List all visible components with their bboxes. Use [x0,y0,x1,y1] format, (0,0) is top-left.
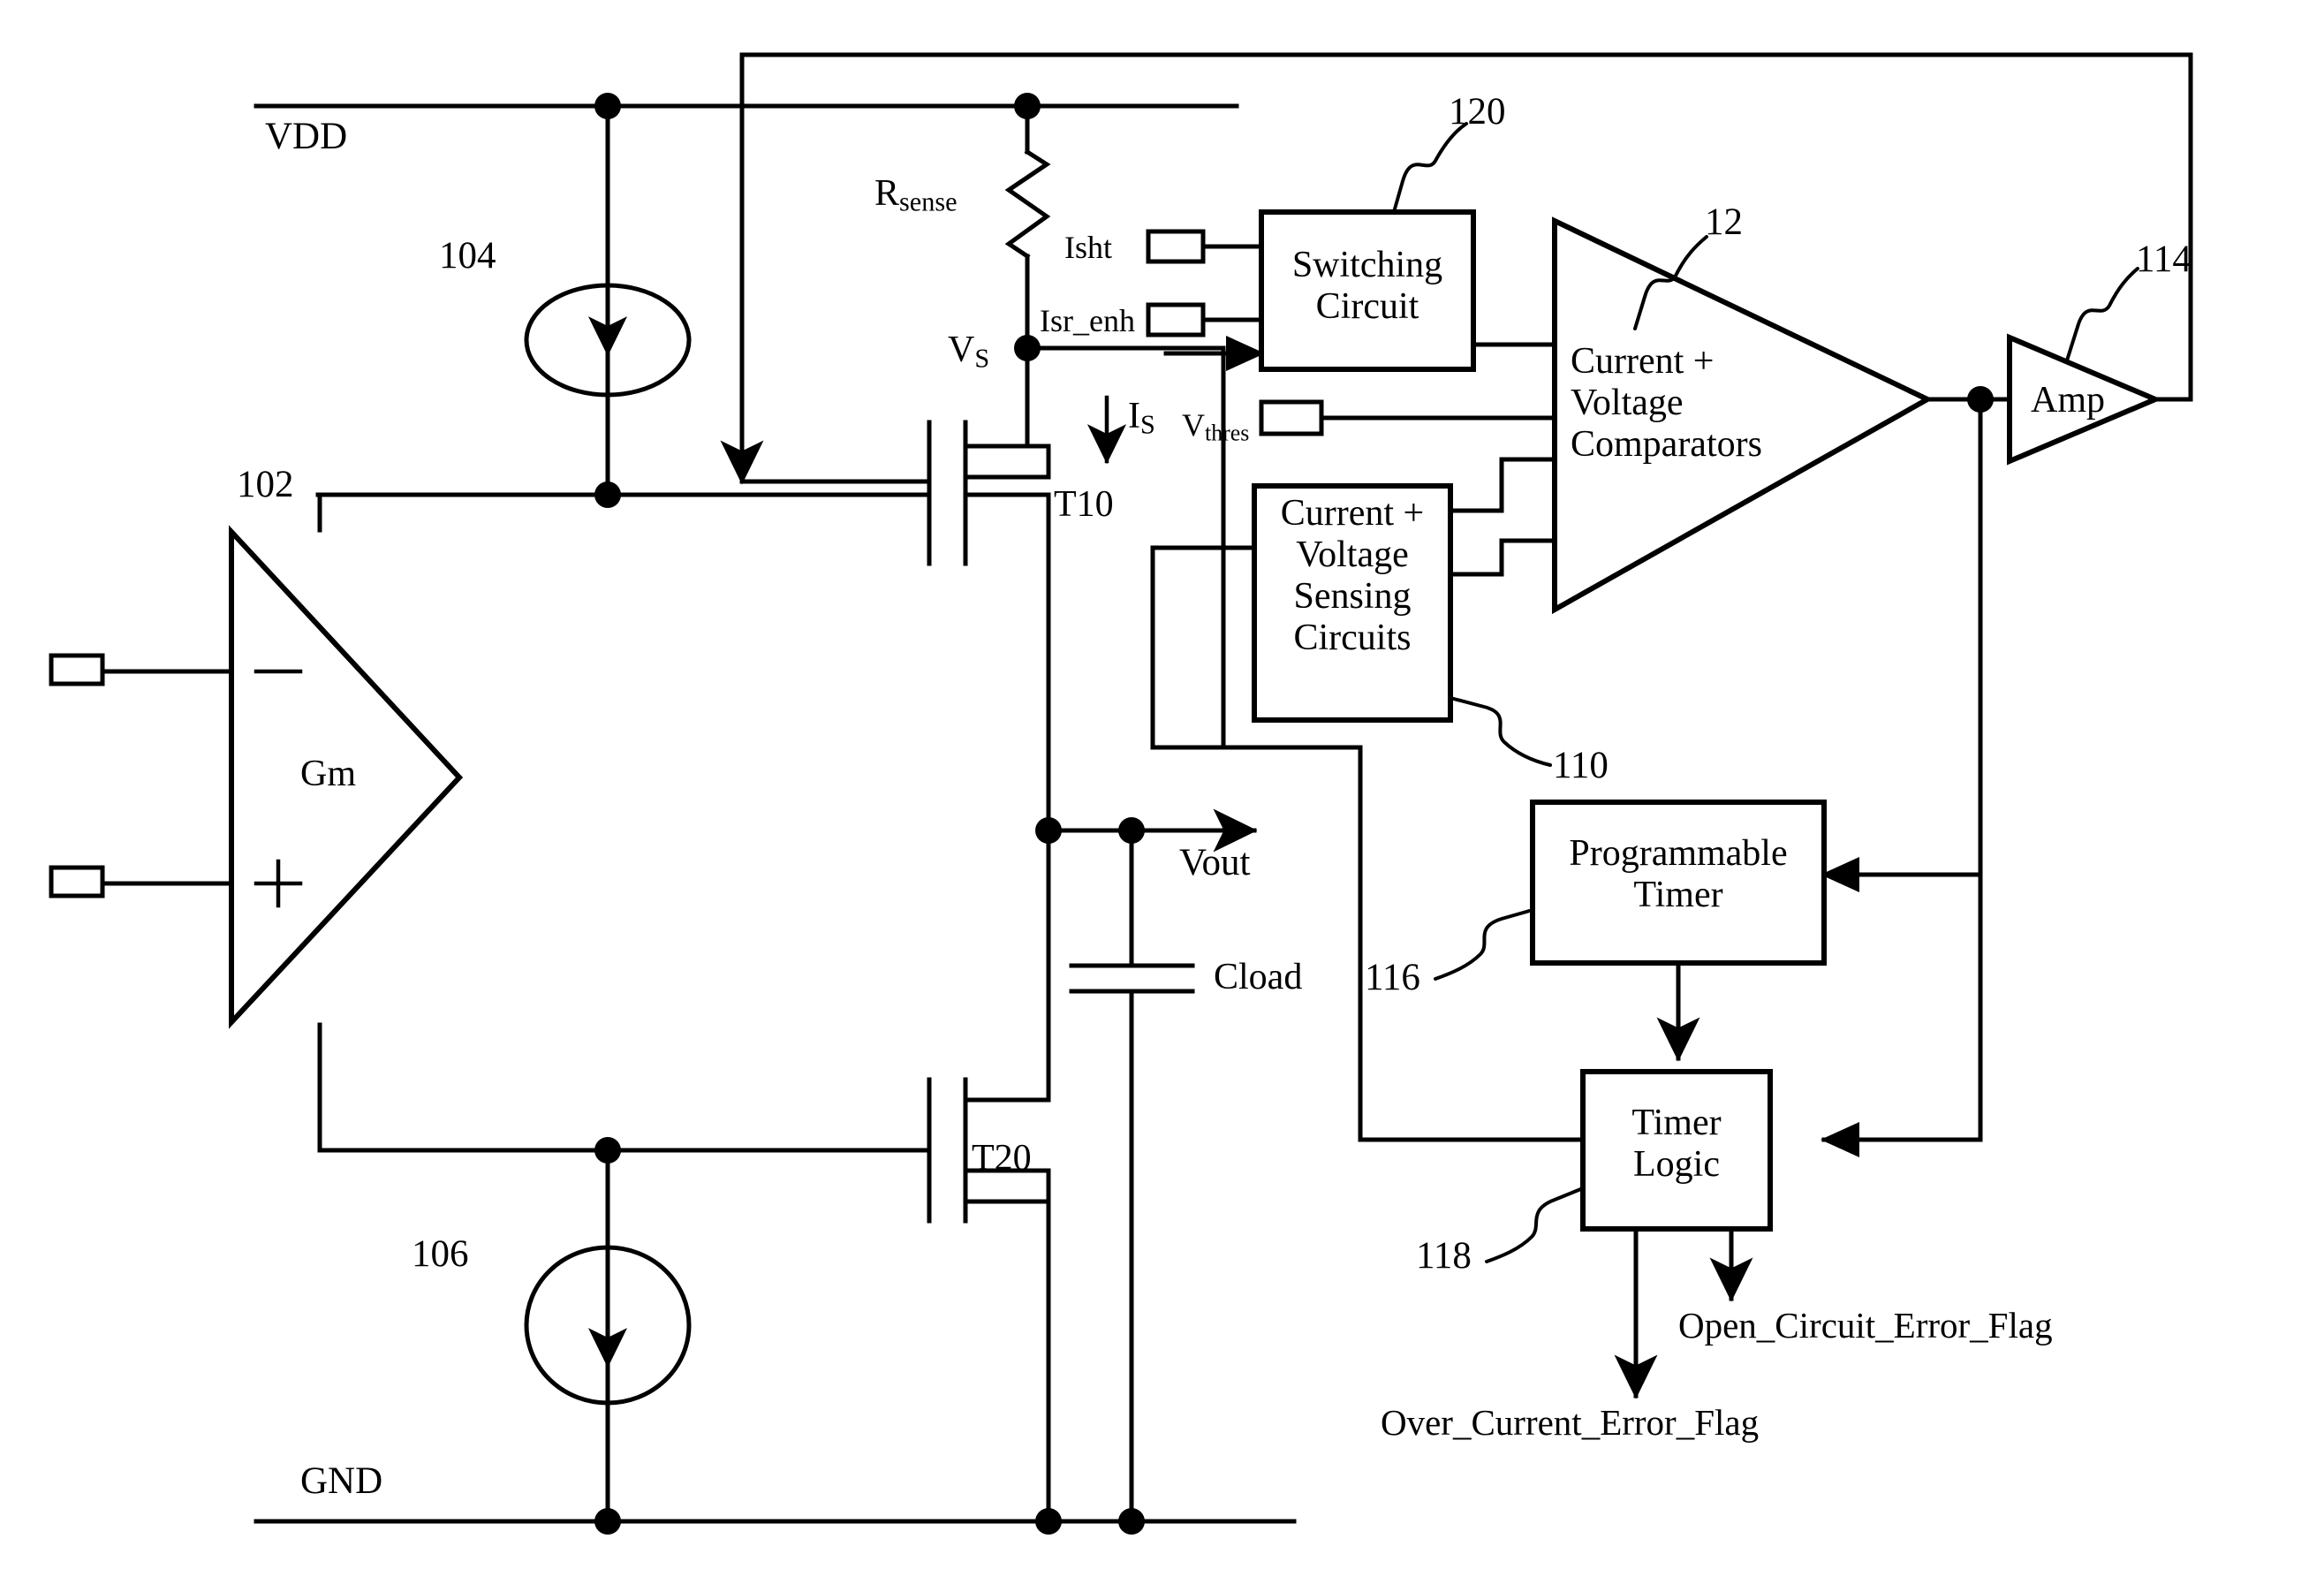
comparators-line1: Current + [1571,341,1715,382]
vs-subscript: S [974,343,990,374]
rsense-subscript: sense [899,186,958,217]
vthres-subscript: thres [1205,420,1250,446]
timer-logic-line1: Timer [1631,1103,1722,1143]
leader-114 [2065,267,2139,362]
sensing-line1: Current + [1280,493,1425,534]
junction-vdd-source104 [594,93,621,119]
isht-label: Isht [1064,230,1112,265]
ref-118: 118 [1416,1235,1472,1277]
ref-120: 120 [1449,91,1506,133]
ref-110: 110 [1553,745,1609,786]
ref-116: 116 [1365,957,1420,998]
vthres-label: V [1182,407,1205,443]
ref-106: 106 [412,1233,469,1275]
sensing-input-wire [1150,545,1257,750]
gm-label: Gm [300,754,356,794]
programmable-timer-label: Programmable Timer [1533,833,1824,916]
gnd-label: GND [300,1460,383,1502]
gm-minus-terminal-pad [49,653,105,686]
leader-110 [1449,696,1552,767]
junction-gnd-cload [1118,1508,1145,1535]
vout-label: Vout [1179,842,1251,883]
isr-enh-terminal-pad [1146,302,1206,337]
switching-circuit-label: Switching Circuit [1261,245,1473,328]
is-subscript: S [1140,409,1155,440]
ref-104: 104 [439,235,496,277]
comparators-line2: Voltage [1571,383,1684,424]
vthres-terminal-pad [1259,399,1324,436]
switching-to-timer-logic-wire [1150,745,1586,1142]
isht-terminal-pad [1146,229,1206,264]
comparators-line3: Comparators [1571,424,1762,466]
comparator-output-down-wire [1821,397,1983,1157]
t20-label: T20 [972,1138,1032,1179]
gm-plus-terminal-pad [49,865,105,898]
schematic-canvas: VDD 104 102 Gm Rsense VS IS T10 Isht Isr… [0,0,2324,1592]
gm-amplifier [49,525,464,1029]
vdd-label: VDD [265,116,348,157]
leader-116 [1434,908,1534,981]
switching-input-arrow [1163,336,1265,371]
amp-label: Amp [2031,380,2105,421]
current-source-106 [524,1148,692,1524]
open-circuit-error-flag-label: Open_Circuit_Error_Flag [1678,1305,2053,1346]
isr-enh-label: Isr_enh [1040,303,1135,338]
over-current-error-flag-label: Over_Current_Error_Flag [1381,1402,1760,1443]
ref-114: 114 [2136,239,2192,280]
timer-logic-line2: Logic [1633,1144,1720,1186]
t10-label: T10 [1054,484,1114,525]
vs-label: V [948,330,975,370]
sensing-line4: Circuits [1293,618,1412,659]
junction-gm-source106 [594,1137,621,1164]
programmable-timer-line1: Programmable [1569,833,1788,874]
sensing-line2: Voltage [1296,534,1409,576]
schematic-drawing [49,52,2193,1535]
sensing-line3: Sensing [1293,576,1412,618]
cload-label: Cload [1214,957,1303,997]
programmable-timer-line2: Timer [1633,875,1723,916]
sensing-to-comparators-wires [1446,457,1557,577]
ref-102: 102 [237,464,294,505]
transistor-t10 [739,420,1051,833]
isr-enh-pin-lead [1146,302,1264,337]
rsense-label: R [874,173,900,214]
is-label: I [1128,396,1140,436]
leader-118 [1485,1186,1585,1263]
gm-output-bottom-rail [317,1022,932,1153]
ref-12: 12 [1705,201,1743,243]
cload-capacitor [1069,828,1195,1524]
junction-gnd-t20 [1035,1508,1062,1535]
switching-circuit-line1: Switching [1291,245,1443,285]
junction-source104-gate [594,481,621,508]
comparators-label: Current + Voltage Comparators [1571,341,1836,466]
timer-logic-label: Timer Logic [1583,1103,1770,1186]
vthres-pin-lead [1259,399,1557,436]
leader-120 [1392,122,1468,214]
sensing-circuits-label: Current + Voltage Sensing Circuits [1254,493,1450,659]
switching-circuit-line2: Circuit [1315,286,1419,328]
isht-pin-lead [1146,229,1264,264]
